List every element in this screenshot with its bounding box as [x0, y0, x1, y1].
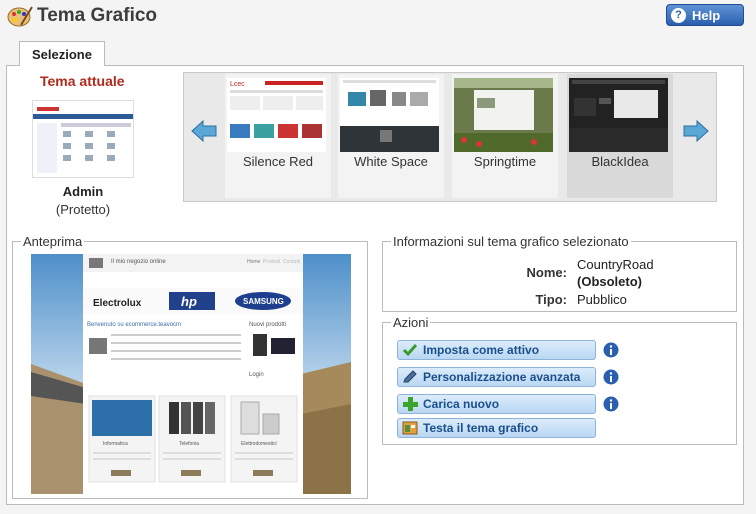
preview-nav-products: Prodotti — [263, 259, 280, 265]
current-theme-name: Admin — [62, 184, 104, 199]
test-theme-button[interactable]: Testa il tema grafico — [397, 418, 596, 438]
theme-name: Springtime — [473, 154, 537, 169]
theme-card-silence-red[interactable]: Lcec Silence Red — [225, 74, 331, 198]
advanced-customization-label: Personalizzazione avanzata — [423, 370, 581, 384]
preview-category-informatica: Informatica — [103, 441, 128, 447]
advanced-customization-button[interactable]: Personalizzazione avanzata — [397, 367, 596, 387]
theme-name: White Space — [354, 154, 428, 169]
obsolete-badge: (Obsoleto) — [577, 274, 642, 289]
theme-test-icon — [402, 421, 418, 435]
test-theme-label: Testa il tema grafico — [423, 421, 539, 435]
current-theme-thumbnail — [32, 100, 134, 178]
preview-brand-samsung: SAMSUNG — [243, 297, 284, 306]
preview-brand-hp: hp — [181, 294, 197, 309]
arrow-right-icon[interactable] — [683, 120, 709, 142]
preview-brand-electrolux: Electrolux — [93, 298, 142, 309]
palette-icon — [7, 6, 33, 27]
checkmark-icon — [402, 344, 418, 357]
theme-thumbnail — [454, 78, 553, 152]
theme-thumbnail — [340, 78, 439, 152]
arrow-left-icon[interactable] — [191, 120, 217, 142]
preview-nav-contacts: Contatti — [283, 259, 300, 265]
preview-category-telefonia: Telefonia — [179, 441, 199, 447]
pencil-icon — [403, 370, 417, 383]
page-title: Tema Grafico — [37, 5, 158, 26]
theme-card-springtime[interactable]: Springtime — [452, 74, 558, 198]
upload-new-button[interactable]: Carica nuovo — [397, 394, 596, 414]
info-icon[interactable] — [603, 342, 619, 358]
theme-name: Silence Red — [242, 154, 314, 169]
theme-card-white-space[interactable]: White Space — [338, 74, 444, 198]
current-theme-heading: Tema attuale — [40, 73, 125, 89]
set-active-label: Imposta come attivo — [423, 343, 540, 357]
tab-selezione[interactable]: Selezione — [19, 41, 105, 66]
theme-type-value: Pubblico — [577, 292, 627, 307]
upload-new-label: Carica nuovo — [423, 397, 500, 411]
question-icon: ? — [671, 7, 686, 23]
preview-category-elettrodomestici: Elettrodomestici — [241, 441, 277, 447]
preview-nav-home: Home — [247, 259, 261, 265]
theme-card-blackidea[interactable]: BlackIdea — [567, 74, 673, 198]
theme-thumbnail — [569, 78, 668, 152]
theme-name-value: CountryRoad — [577, 257, 654, 272]
name-label: Nome: — [526, 265, 567, 280]
info-icon[interactable] — [603, 369, 619, 385]
info-icon[interactable] — [603, 396, 619, 412]
preview-welcome: Benvenuto su ecommerce.teavocm — [87, 322, 181, 328]
preview-legend: Anteprima — [23, 234, 83, 249]
actions-legend: Azioni — [393, 315, 429, 330]
plus-icon — [403, 397, 418, 411]
theme-thumbnail: Lcec — [227, 78, 326, 152]
preview-sidebar-title: Nuovi prodotti — [249, 322, 286, 328]
theme-preview-image: Il mio negozio online Home Prodotti Cont… — [31, 254, 351, 494]
current-theme-status: (Protetto) — [55, 202, 111, 217]
info-legend: Informazioni sul tema grafico selezionat… — [393, 234, 629, 249]
preview-login: Login — [249, 372, 264, 378]
set-active-button[interactable]: Imposta come attivo — [397, 340, 596, 360]
page-header: Tema Grafico ? Help — [0, 0, 756, 36]
preview-store-title: Il mio negozio online — [111, 259, 166, 265]
theme-name: BlackIdea — [591, 154, 649, 169]
svg-text:Lcec: Lcec — [230, 81, 245, 88]
type-label: Tipo: — [535, 292, 567, 307]
help-label: Help — [692, 7, 721, 23]
help-button[interactable]: ? Help — [666, 4, 744, 26]
